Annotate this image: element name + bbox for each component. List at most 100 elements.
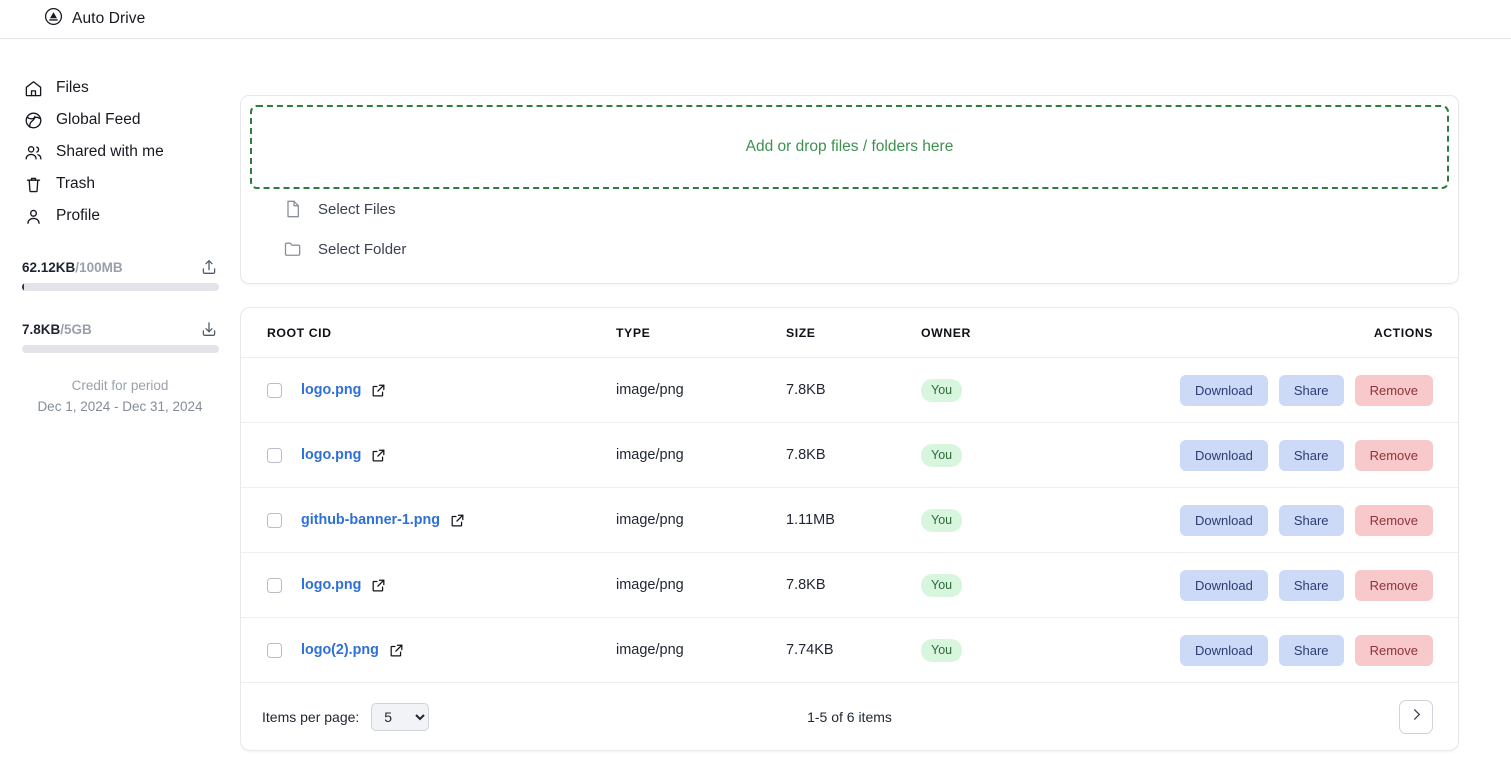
file-size: 1.11MB xyxy=(786,487,921,553)
file-type: image/png xyxy=(616,357,786,423)
owner-badge: You xyxy=(921,573,963,597)
table-footer: Items per page: 5 10 25 50 100 1-5 of 6 … xyxy=(241,683,1458,750)
upload-quota-used: 62.12KB xyxy=(22,259,76,275)
download-button[interactable]: Download xyxy=(1179,569,1268,601)
file-type: image/png xyxy=(616,552,786,618)
row-checkbox[interactable] xyxy=(267,382,282,398)
file-name-link[interactable]: logo.png xyxy=(301,447,361,463)
remove-button[interactable]: Remove xyxy=(1354,634,1433,666)
download-button[interactable]: Download xyxy=(1179,504,1268,536)
next-page-button[interactable] xyxy=(1399,699,1433,734)
sidebar: Files Global Feed Shared with me Trash P… xyxy=(0,39,240,779)
external-link-icon[interactable] xyxy=(371,383,386,398)
external-link-icon[interactable] xyxy=(371,578,386,593)
download-button[interactable]: Download xyxy=(1179,634,1268,666)
upload-icon[interactable] xyxy=(200,258,218,276)
user-icon xyxy=(24,207,43,226)
download-icon[interactable] xyxy=(200,320,218,338)
sidebar-item-global-feed[interactable]: Global Feed xyxy=(0,104,240,136)
file-name-link[interactable]: logo.png xyxy=(301,577,361,593)
column-header-actions: ACTIONS xyxy=(1171,308,1458,358)
main-content: Add or drop files / folders here Select … xyxy=(240,39,1511,779)
remove-button[interactable]: Remove xyxy=(1354,374,1433,406)
users-icon xyxy=(24,143,43,162)
file-size: 7.8KB xyxy=(786,552,921,618)
sidebar-item-label: Files xyxy=(56,79,89,96)
quota-spacer xyxy=(22,291,218,320)
table-row: logo.png image/png 7.8KB You Download Sh… xyxy=(241,422,1458,488)
page-body: Files Global Feed Shared with me Trash P… xyxy=(0,39,1511,779)
upload-quota-total: 100MB xyxy=(79,259,123,275)
table-body: logo.png image/png 7.8KB You Download Sh… xyxy=(241,357,1458,683)
table-row: github-banner-1.png image/png 1.11MB You… xyxy=(241,487,1458,553)
items-per-page-select[interactable]: 5 10 25 50 100 xyxy=(371,702,430,731)
file-name-link[interactable]: github-banner-1.png xyxy=(301,512,440,528)
row-checkbox[interactable] xyxy=(267,642,282,658)
row-checkbox[interactable] xyxy=(267,577,282,593)
upload-card: Add or drop files / folders here Select … xyxy=(240,95,1459,284)
sidebar-item-label: Shared with me xyxy=(56,143,164,160)
share-button[interactable]: Share xyxy=(1278,569,1344,601)
download-button[interactable]: Download xyxy=(1179,374,1268,406)
owner-badge: You xyxy=(921,443,963,467)
sidebar-item-shared-with-me[interactable]: Shared with me xyxy=(0,136,240,168)
download-quota-row: 7.8KB/5GB xyxy=(22,320,218,338)
sidebar-nav: Files Global Feed Shared with me Trash P… xyxy=(0,72,240,232)
sidebar-item-label: Trash xyxy=(56,175,96,192)
upload-quota-row: 62.12KB/100MB xyxy=(22,258,218,276)
share-button[interactable]: Share xyxy=(1278,439,1344,471)
owner-badge: You xyxy=(921,638,963,662)
dropzone-label: Add or drop files / folders here xyxy=(745,138,954,155)
file-size: 7.8KB xyxy=(786,357,921,423)
credit-range: Dec 1, 2024 - Dec 31, 2024 xyxy=(37,399,203,414)
sidebar-item-files[interactable]: Files xyxy=(0,72,240,104)
app-title: Auto Drive xyxy=(72,10,146,27)
select-folder-button[interactable]: Select Folder xyxy=(249,229,1450,269)
row-checkbox[interactable] xyxy=(267,512,282,528)
top-bar: Auto Drive xyxy=(0,0,1511,39)
file-type: image/png xyxy=(616,422,786,488)
remove-button[interactable]: Remove xyxy=(1354,504,1433,536)
row-checkbox[interactable] xyxy=(267,447,282,463)
remove-button[interactable]: Remove xyxy=(1354,439,1433,471)
share-button[interactable]: Share xyxy=(1278,374,1344,406)
items-per-page-label: Items per page: xyxy=(262,708,360,725)
globe-icon xyxy=(24,111,43,130)
credit-block: Credit for period Dec 1, 2024 - Dec 31, … xyxy=(22,375,218,417)
auto-drive-logo-icon xyxy=(44,7,63,31)
brand[interactable]: Auto Drive xyxy=(44,7,145,31)
share-button[interactable]: Share xyxy=(1278,504,1344,536)
home-icon xyxy=(24,79,43,98)
column-header-owner: OWNER xyxy=(921,308,1171,358)
share-button[interactable]: Share xyxy=(1278,634,1344,666)
trash-icon xyxy=(24,175,43,194)
quota-block: 62.12KB/100MB 7.8KB/5GB Credit for perio… xyxy=(0,258,240,417)
file-dropzone[interactable]: Add or drop files / folders here xyxy=(250,105,1449,189)
download-quota-bar xyxy=(22,345,219,353)
select-folder-label: Select Folder xyxy=(318,240,407,258)
file-icon xyxy=(283,199,303,219)
file-name-link[interactable]: logo.png xyxy=(301,382,361,398)
sidebar-item-label: Profile xyxy=(56,207,100,224)
remove-button[interactable]: Remove xyxy=(1354,569,1433,601)
external-link-icon[interactable] xyxy=(450,513,465,528)
file-name-link[interactable]: logo(2).png xyxy=(301,642,379,658)
column-header-size: SIZE xyxy=(786,308,921,358)
chevron-right-icon xyxy=(1409,707,1424,727)
column-header-type: TYPE xyxy=(616,308,786,358)
column-header-root-cid: ROOT CID xyxy=(241,308,616,358)
table-row: logo(2).png image/png 7.74KB You Downloa… xyxy=(241,617,1458,683)
download-quota-text: 7.8KB/5GB xyxy=(22,322,92,337)
external-link-icon[interactable] xyxy=(371,448,386,463)
table-row: logo.png image/png 7.8KB You Download Sh… xyxy=(241,552,1458,618)
select-files-button[interactable]: Select Files xyxy=(249,189,1450,229)
table-row: logo.png image/png 7.8KB You Download Sh… xyxy=(241,357,1458,423)
external-link-icon[interactable] xyxy=(389,643,404,658)
owner-badge: You xyxy=(921,378,963,402)
file-size: 7.74KB xyxy=(786,617,921,683)
sidebar-item-trash[interactable]: Trash xyxy=(0,168,240,200)
select-files-label: Select Files xyxy=(318,200,396,218)
download-button[interactable]: Download xyxy=(1179,439,1268,471)
sidebar-item-profile[interactable]: Profile xyxy=(0,200,240,232)
download-quota-used: 7.8KB xyxy=(22,321,61,337)
